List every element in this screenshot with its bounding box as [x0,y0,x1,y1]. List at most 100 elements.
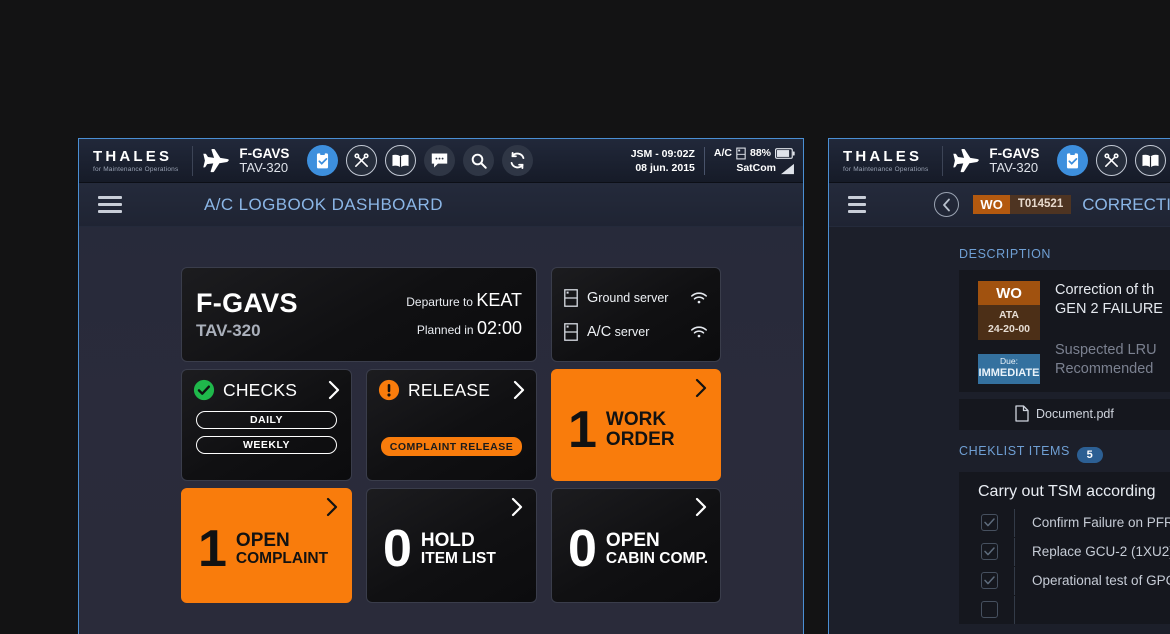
toolbar-icons [1057,145,1167,176]
checkbox-checked-icon[interactable] [981,572,998,589]
checklist-item-partial[interactable] [959,595,1170,624]
screen: THALES for Maintenance Operations F-GAVS… [0,0,1170,634]
checklist-label-text: CHEKLIST ITEMS [959,444,1070,458]
ac-server-row[interactable]: A/C server [564,322,708,341]
checklist-item[interactable]: Confirm Failure on PFR [959,508,1170,537]
complaint-release-pill[interactable]: COMPLAINT RELEASE [381,437,522,456]
chat-icon[interactable] [424,145,456,176]
chevron-right-icon[interactable] [511,497,524,517]
open-complaint-tile[interactable]: 1 OPEN COMPLAINT [181,488,352,603]
aircraft-registration: F-GAVS [989,145,1040,161]
document-row[interactable]: Document.pdf [959,399,1170,430]
tools-icon[interactable] [1096,145,1128,176]
book-icon[interactable] [385,145,417,176]
release-tile[interactable]: RELEASE COMPLAINT RELEASE [366,369,537,481]
brand-name: THALES [93,147,173,165]
dashboard-grid: F-GAVS TAV-320 Departure to KEAT Planned… [181,267,721,603]
check-circle-icon [193,379,215,401]
daily-pill[interactable]: DAILY [196,411,337,429]
planned-row: Planned in 02:00 [406,318,522,339]
ata-value: 24-20-00 [987,323,1031,336]
due-value: IMMEDIATE [978,366,1040,379]
ground-server-row[interactable]: Ground server [564,288,708,307]
alert-circle-icon [378,379,400,401]
servers-card[interactable]: Ground server A/C server [551,267,721,362]
release-pills: COMPLAINT RELEASE [367,401,536,456]
book-icon[interactable] [1135,145,1167,176]
logbook-dashboard-panel: THALES for Maintenance Operations F-GAVS… [78,138,804,634]
menu-icon[interactable] [98,196,122,213]
description-label-text: DESCRIPTION [959,247,1052,261]
work-order-content: 1 WORK ORDER [552,400,675,459]
weekly-pill[interactable]: WEEKLY [196,436,337,454]
brand-tagline: for Maintenance Operations [93,165,179,173]
open-cabin-comp-tile[interactable]: 0 OPEN CABIN COMP. [551,488,721,603]
status-time: JSM - 09:02Z [630,147,695,160]
status-cluster: JSM - 09:02Z 08 jun. 2015 A/C 88% SatCom [631,139,795,183]
page-title: CORRECTI [1082,194,1170,214]
chevron-right-icon[interactable] [326,497,339,517]
work-order-label-line2: ORDER [605,429,675,450]
open-complaint-label-line2: COMPLAINT [235,550,329,568]
checkbox-checked-icon[interactable] [981,514,998,531]
aircraft-registration: F-GAVS [239,145,290,161]
aircraft-identity: F-GAVS TAV-320 [989,146,1039,176]
signal-icon [781,163,794,174]
page-header: WO T014521 CORRECTI [829,183,1170,227]
work-order-tag-key: WO [973,195,1010,214]
checkbox-checked-icon[interactable] [981,601,998,618]
checklist-item-label: Operational test of GPC [1032,573,1170,588]
open-complaint-content: 1 OPEN COMPLAINT [182,520,329,579]
back-button[interactable] [934,192,960,217]
aircraft-type: TAV-320 [239,159,289,175]
hold-item-list-tile[interactable]: 0 HOLD ITEM LIST [366,488,537,603]
link-type: SatCom [736,162,776,174]
divider [703,147,705,175]
ata-label: ATA [998,309,1020,321]
work-order-count: 1 [568,400,597,459]
airplane-icon [953,148,980,172]
sync-icon[interactable] [502,145,534,176]
page-header: A/C LOGBOOK DASHBOARD [79,183,803,227]
open-cabin-label-line1: OPEN [605,530,660,552]
work-order-label-line1: WORK [605,409,667,431]
clipboard-check-icon[interactable] [1057,145,1089,176]
tools-icon[interactable] [346,145,378,176]
aircraft-type: TAV-320 [196,321,261,340]
menu-icon[interactable] [848,196,867,213]
ac-label: A/C [713,146,732,159]
work-order-content: DESCRIPTION WO ATA 24-20-00 Due: IMMEDIA… [829,227,1170,634]
chevron-right-icon[interactable] [513,380,526,400]
work-order-detail-panel: THALES for Maintenance Operations F-GAVS… [828,138,1170,634]
chevron-right-icon[interactable] [328,380,341,400]
clipboard-check-icon[interactable] [307,145,339,176]
open-cabin-content: 0 OPEN CABIN COMP. [552,520,708,579]
planned-value: 02:00 [476,318,522,338]
checklist-item[interactable]: Replace GCU-2 (1XU2) [959,537,1170,566]
search-icon[interactable] [463,145,495,176]
chevron-right-icon[interactable] [695,378,708,398]
divider [1014,508,1015,537]
document-name: Document.pdf [1036,406,1114,421]
checkbox-checked-icon[interactable] [981,543,998,560]
ground-server-label: Ground server [587,289,669,306]
hold-item-label-line2: ITEM LIST [420,550,496,568]
description-text: Correction of th GEN 2 FAILURE Suspected… [1055,281,1163,392]
work-order-tile[interactable]: 1 WORK ORDER [551,369,721,481]
work-order-tag: WO T014521 [973,195,1072,214]
checklist-item[interactable]: Operational test of GPC [959,566,1170,595]
departure-value: KEAT [476,290,522,310]
sim-card-icon [736,147,746,160]
open-cabin-count: 0 [568,520,597,579]
open-complaint-count: 1 [198,520,227,579]
divider [1014,537,1015,566]
aircraft-identity: F-GAVS TAV-320 [239,146,289,176]
checks-title: CHECKS [223,379,298,400]
release-header: RELEASE [367,370,536,401]
checklist-count-badge: 5 [1076,447,1103,463]
aircraft-summary-card[interactable]: F-GAVS TAV-320 Departure to KEAT Planned… [181,267,537,362]
wifi-icon [691,325,707,337]
airplane-icon [203,148,230,172]
checks-tile[interactable]: CHECKS DAILY WEEKLY [181,369,352,481]
chevron-right-icon[interactable] [695,497,708,517]
